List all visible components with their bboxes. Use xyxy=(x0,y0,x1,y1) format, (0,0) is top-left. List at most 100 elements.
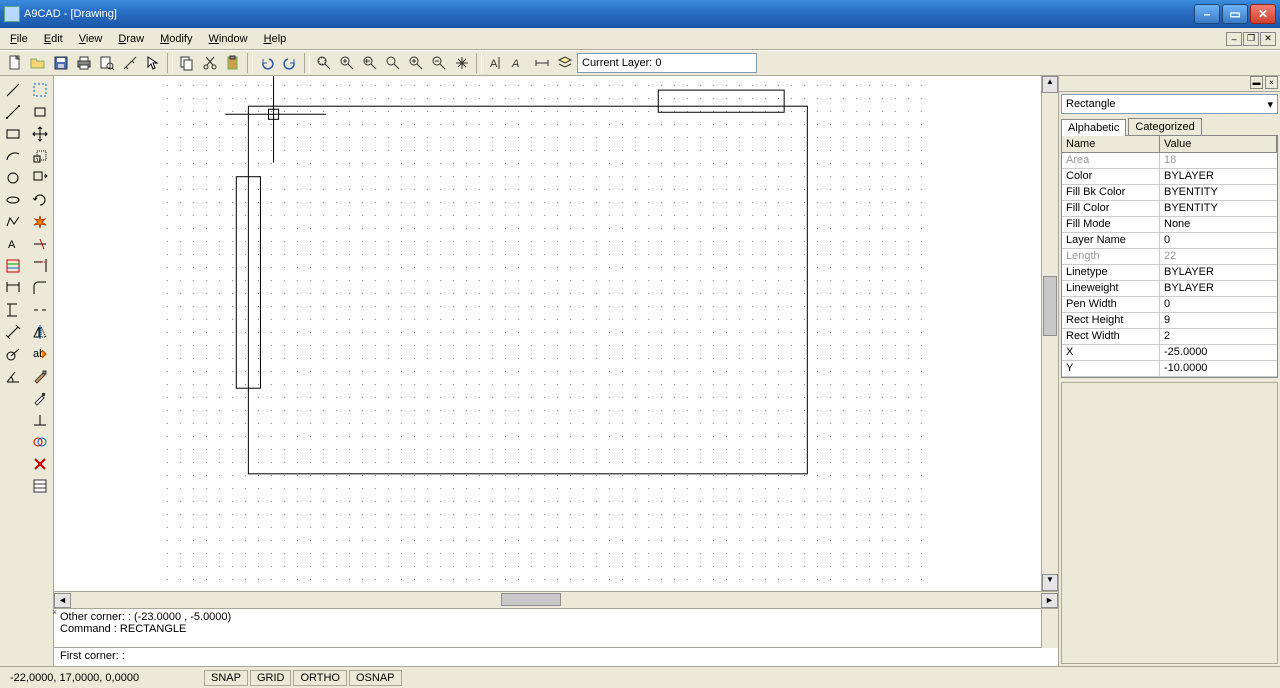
mdi-restore-button[interactable]: ❐ xyxy=(1243,32,1259,46)
prop-row[interactable]: LinetypeBYLAYER xyxy=(1062,265,1277,281)
prop-row[interactable]: Fill ColorBYENTITY xyxy=(1062,201,1277,217)
prop-row[interactable]: Fill ModeNone xyxy=(1062,217,1277,233)
menu-draw[interactable]: Draw xyxy=(110,31,152,47)
cmd-scrollbar[interactable] xyxy=(1041,609,1058,648)
command-input[interactable]: First corner: : xyxy=(54,648,1058,666)
panel-pin-button[interactable]: ▬ xyxy=(1250,76,1263,89)
offset-tool[interactable] xyxy=(29,168,51,188)
line-tool[interactable] xyxy=(2,102,24,122)
hatch-tool[interactable] xyxy=(2,256,24,276)
pan-button[interactable] xyxy=(451,52,473,74)
prop-value[interactable]: BYLAYER xyxy=(1160,281,1277,296)
text-tool[interactable]: A xyxy=(2,234,24,254)
hscroll-left-arrow[interactable]: ◄ xyxy=(54,593,71,608)
prop-row[interactable]: Fill Bk ColorBYENTITY xyxy=(1062,185,1277,201)
close-button[interactable]: ✕ xyxy=(1250,4,1276,24)
selection-window-tool[interactable] xyxy=(29,80,51,100)
prop-value[interactable]: BYLAYER xyxy=(1160,169,1277,184)
zoom-realtime-button[interactable] xyxy=(382,52,404,74)
prop-row[interactable]: ColorBYLAYER xyxy=(1062,169,1277,185)
snap-toggle[interactable]: SNAP xyxy=(204,670,248,686)
mirror-tool[interactable] xyxy=(29,322,51,342)
minimize-button[interactable]: – xyxy=(1194,4,1220,24)
hscroll-right-arrow[interactable]: ► xyxy=(1041,593,1058,608)
prop-value[interactable]: -10.0000 xyxy=(1160,361,1277,376)
text-style-button[interactable]: A xyxy=(485,52,507,74)
prop-row[interactable]: Rect Width2 xyxy=(1062,329,1277,345)
point-tool[interactable] xyxy=(2,80,24,100)
dim-angle-tool[interactable] xyxy=(2,366,24,386)
entity-type-combo[interactable]: Rectangle ▾ xyxy=(1061,94,1278,114)
current-layer-box[interactable]: Current Layer: 0 xyxy=(577,53,757,73)
prop-value[interactable]: 22 xyxy=(1160,249,1277,264)
zoom-extents-button[interactable] xyxy=(336,52,358,74)
ellipse-tool[interactable] xyxy=(2,190,24,210)
scale-tool[interactable] xyxy=(29,146,51,166)
menu-file[interactable]: File xyxy=(2,31,36,47)
circle-tool[interactable] xyxy=(2,168,24,188)
props-header-value[interactable]: Value xyxy=(1160,136,1277,152)
paste-button[interactable] xyxy=(222,52,244,74)
prop-row[interactable]: Layer Name0 xyxy=(1062,233,1277,249)
arc-tool[interactable] xyxy=(2,146,24,166)
delete-tool[interactable] xyxy=(29,454,51,474)
zoom-previous-button[interactable] xyxy=(359,52,381,74)
polyline-tool[interactable] xyxy=(2,212,24,232)
explode-tool[interactable] xyxy=(29,212,51,232)
move-tool[interactable] xyxy=(29,124,51,144)
measure-button[interactable] xyxy=(119,52,141,74)
properties-tool[interactable] xyxy=(29,476,51,496)
menu-edit[interactable]: Edit xyxy=(36,31,71,47)
save-button[interactable] xyxy=(50,52,72,74)
prop-row[interactable]: Pen Width0 xyxy=(1062,297,1277,313)
prop-value[interactable]: BYLAYER xyxy=(1160,265,1277,280)
tab-alphabetic[interactable]: Alphabetic xyxy=(1061,119,1126,136)
dim-vertical-tool[interactable] xyxy=(2,300,24,320)
prop-row[interactable]: X-25.0000 xyxy=(1062,345,1277,361)
open-button[interactable] xyxy=(27,52,49,74)
match-prop-tool[interactable] xyxy=(29,366,51,386)
zoom-out-button[interactable] xyxy=(428,52,450,74)
prop-value[interactable]: 0 xyxy=(1160,297,1277,312)
copy-button[interactable] xyxy=(176,52,198,74)
tab-categorized[interactable]: Categorized xyxy=(1128,118,1201,135)
prop-row[interactable]: Y-10.0000 xyxy=(1062,361,1277,377)
zoom-window-button[interactable] xyxy=(313,52,335,74)
props-header-name[interactable]: Name xyxy=(1062,136,1160,152)
prop-row[interactable]: Length22 xyxy=(1062,249,1277,265)
eyedropper-tool[interactable] xyxy=(29,388,51,408)
fillet-tool[interactable] xyxy=(29,278,51,298)
break-tool[interactable] xyxy=(29,300,51,320)
font-button[interactable]: A xyxy=(508,52,530,74)
command-close-icon[interactable]: × xyxy=(52,607,62,617)
print-button[interactable] xyxy=(73,52,95,74)
prop-value[interactable]: 2 xyxy=(1160,329,1277,344)
mdi-close-button[interactable]: ✕ xyxy=(1260,32,1276,46)
menu-help[interactable]: Help xyxy=(256,31,295,47)
menu-modify[interactable]: Modify xyxy=(152,31,200,47)
region-tool[interactable] xyxy=(29,432,51,452)
prop-value[interactable]: 18 xyxy=(1160,153,1277,168)
perpendicular-tool[interactable] xyxy=(29,410,51,430)
maximize-button[interactable]: ▭ xyxy=(1222,4,1248,24)
select-button[interactable] xyxy=(142,52,164,74)
mdi-minimize-button[interactable]: – xyxy=(1226,32,1242,46)
canvas-hscrollbar[interactable]: ◄ ► xyxy=(54,591,1058,608)
extend-tool[interactable] xyxy=(29,256,51,276)
prop-row[interactable]: Area18 xyxy=(1062,153,1277,169)
dim-aligned-tool[interactable] xyxy=(2,322,24,342)
edit-text-tool[interactable]: ab xyxy=(29,344,51,364)
prop-row[interactable]: Rect Height9 xyxy=(1062,313,1277,329)
osnap-toggle[interactable]: OSNAP xyxy=(349,670,402,686)
prop-value[interactable]: BYENTITY xyxy=(1160,185,1277,200)
prop-row[interactable]: LineweightBYLAYER xyxy=(1062,281,1277,297)
ortho-toggle[interactable]: ORTHO xyxy=(293,670,347,686)
cut-button[interactable] xyxy=(199,52,221,74)
prop-value[interactable]: 9 xyxy=(1160,313,1277,328)
rect-fill-tool[interactable] xyxy=(29,102,51,122)
dim-radius-tool[interactable] xyxy=(2,344,24,364)
rect-tool[interactable] xyxy=(2,124,24,144)
menu-window[interactable]: Window xyxy=(200,31,255,47)
prop-value[interactable]: BYENTITY xyxy=(1160,201,1277,216)
layers-button[interactable] xyxy=(554,52,576,74)
